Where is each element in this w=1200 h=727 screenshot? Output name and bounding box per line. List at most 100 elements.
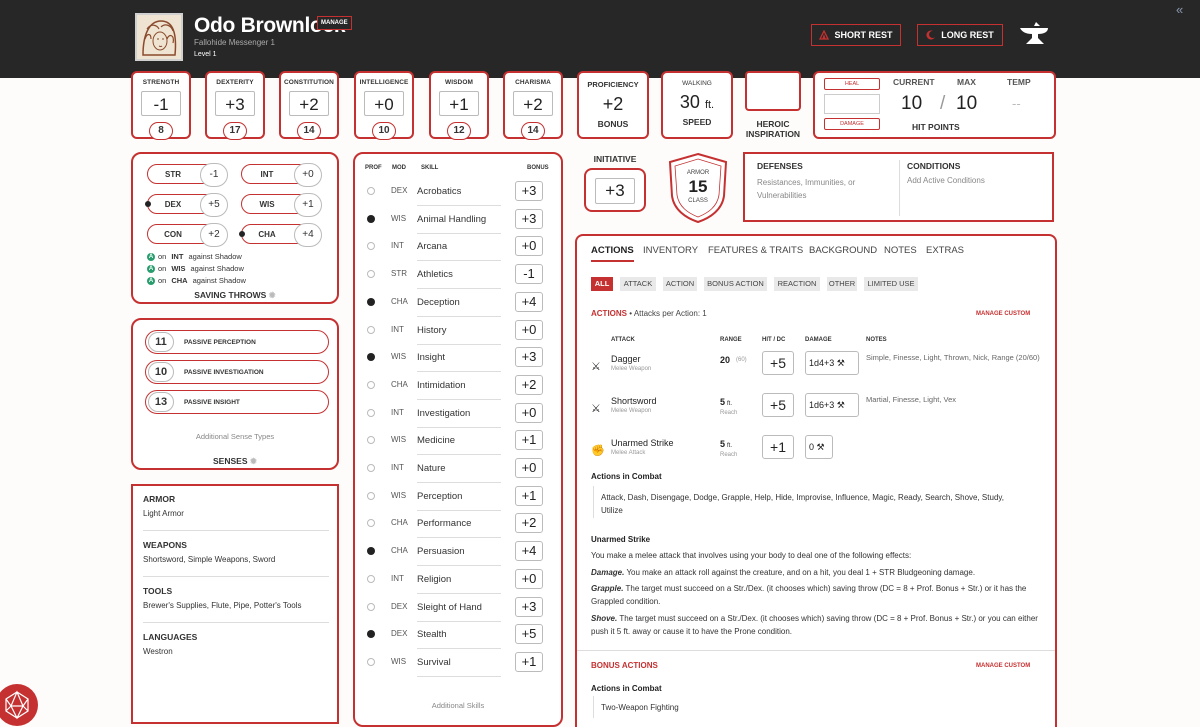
attack-row[interactable]: ✊ Unarmed Strike Melee Attack 5 ft. Reach +1 0 … <box>577 433 1055 471</box>
conditions-title[interactable]: CONDITIONS <box>907 161 960 171</box>
skill-row[interactable]: INT Religion +0 <box>355 566 565 594</box>
skill-row[interactable]: WIS Survival +1 <box>355 649 565 677</box>
filter-other[interactable]: OTHER <box>827 277 857 291</box>
two-weapon-fighting[interactable]: Two-Weapon Fighting <box>601 701 679 714</box>
save-cha[interactable]: CHA +4 <box>241 223 322 247</box>
proficiency-dot[interactable] <box>367 657 375 666</box>
collapse-sidebar-icon[interactable]: « <box>1176 2 1183 17</box>
tab-notes[interactable]: NOTES <box>884 245 917 256</box>
hp-current-value[interactable]: 10 <box>901 93 922 115</box>
attack-row[interactable]: ⚔ Shortsword Melee Weapon 5 ft. Reach +5 1d6+3 … <box>577 391 1055 429</box>
skill-row[interactable]: CHA Deception +4 <box>355 289 565 317</box>
unarmed-strike-title: Unarmed Strike <box>591 535 651 544</box>
additional-sense-types[interactable]: Additional Sense Types <box>133 432 337 441</box>
character-avatar[interactable] <box>135 13 183 61</box>
damage-button[interactable]: DAMAGE <box>824 118 880 130</box>
proficiencies-panel: ARMOR Light Armor WEAPONS Shortsword, Simpl… <box>131 484 339 724</box>
proficiency-dot[interactable] <box>367 574 375 583</box>
save-dex[interactable]: DEX +5 <box>147 193 228 217</box>
skill-row[interactable]: CHA Performance +2 <box>355 510 565 539</box>
save-wis[interactable]: WIS +1 <box>241 193 322 217</box>
skill-row[interactable]: INT Arcana +0 <box>355 233 565 262</box>
attack-hit-bonus[interactable]: +5 <box>762 393 794 417</box>
save-str[interactable]: STR -1 <box>147 163 228 187</box>
skill-row[interactable]: DEX Sleight of Hand +3 <box>355 594 565 622</box>
attack-damage[interactable]: 1d6+3 ⚒ <box>805 393 859 417</box>
ability-strength[interactable]: STRENGTH -1 8 <box>131 71 191 140</box>
save-con[interactable]: CON +2 <box>147 223 228 247</box>
skill-row[interactable]: INT Investigation +0 <box>355 400 565 428</box>
skill-row[interactable]: WIS Insight +3 <box>355 344 565 373</box>
proficiency-dot[interactable] <box>367 380 375 389</box>
filter-action[interactable]: ACTION <box>663 277 697 291</box>
proficiency-dot[interactable] <box>367 602 375 611</box>
tab-actions[interactable]: ACTIONS <box>591 245 634 262</box>
proficiency-dot[interactable] <box>367 491 375 500</box>
manage-character-button[interactable]: MANAGE <box>317 16 352 30</box>
anvil-icon[interactable] <box>1018 20 1052 48</box>
manage-custom-bonus[interactable]: MANAGE CUSTOM <box>976 663 1030 669</box>
hp-amount-input[interactable] <box>824 94 880 114</box>
long-rest-button[interactable]: LONG REST <box>917 24 1003 46</box>
attack-damage[interactable]: 0 ⚒ <box>805 435 833 459</box>
skill-row[interactable]: CHA Persuasion +4 <box>355 538 565 567</box>
ability-wisdom[interactable]: WISDOM +1 12 <box>429 71 489 140</box>
proficiency-dot[interactable] <box>367 187 375 195</box>
defenses-title[interactable]: DEFENSES <box>757 161 803 171</box>
filter-limited-use[interactable]: LIMITED USE <box>864 277 918 291</box>
short-rest-button[interactable]: SHORT REST <box>811 24 901 46</box>
skill-row[interactable]: INT History +0 <box>355 317 565 345</box>
filter-bonus-action[interactable]: BONUS ACTION <box>704 277 767 291</box>
dice-roller-button[interactable] <box>0 684 38 726</box>
skill-row[interactable]: WIS Animal Handling +3 <box>355 206 565 234</box>
range-sub: (60) <box>736 357 747 363</box>
tab-background[interactable]: BACKGROUND <box>809 245 877 256</box>
skill-row[interactable]: STR Athletics -1 <box>355 261 565 290</box>
inspiration-label-line2: INSPIRATION <box>745 129 801 139</box>
advantage-stat: CHA <box>171 276 188 285</box>
skill-row[interactable]: INT Nature +0 <box>355 455 565 483</box>
ability-charisma[interactable]: CHARISMA +2 14 <box>503 71 563 140</box>
proficiency-dot[interactable] <box>367 547 375 556</box>
proficiency-dot[interactable] <box>367 519 375 528</box>
skill-row[interactable]: WIS Medicine +1 <box>355 427 565 456</box>
skill-row[interactable]: DEX Acrobatics +3 <box>355 178 565 206</box>
ability-intelligence[interactable]: INTELLIGENCE +0 10 <box>354 71 414 140</box>
ability-constitution[interactable]: CONSTITUTION +2 14 <box>279 71 339 140</box>
proficiency-dot[interactable] <box>367 242 375 251</box>
skill-row[interactable]: WIS Perception +1 <box>355 483 565 511</box>
skill-row[interactable]: DEX Stealth +5 <box>355 621 565 650</box>
filter-attack[interactable]: ATTACK <box>620 277 656 291</box>
proficiency-dot[interactable] <box>367 408 375 417</box>
ability-dexterity[interactable]: DEXTERITY +3 17 <box>205 71 265 140</box>
skill-row[interactable]: CHA Intimidation +2 <box>355 372 565 400</box>
proficiency-dot[interactable] <box>367 436 375 445</box>
attack-hit-bonus[interactable]: +5 <box>762 351 794 375</box>
proficiency-dot[interactable] <box>367 325 375 334</box>
hp-temp-value[interactable]: -- <box>1012 96 1021 111</box>
heroic-inspiration-toggle[interactable] <box>745 71 801 111</box>
attack-damage[interactable]: 1d4+3 ⚒ <box>805 351 859 375</box>
save-abbr: CON <box>164 230 182 239</box>
manage-custom-actions[interactable]: MANAGE CUSTOM <box>976 311 1030 317</box>
initiative-box[interactable]: +3 <box>584 168 646 212</box>
tab-extras[interactable]: EXTRAS <box>926 245 964 256</box>
filter-all[interactable]: ALL <box>591 277 613 291</box>
proficiency-dot[interactable] <box>367 353 375 362</box>
attack-row[interactable]: ⚔ Dagger Melee Weapon 20 (60) +5 1d4+3 ⚒ Simple… <box>577 349 1055 387</box>
additional-skills[interactable]: Additional Skills <box>355 701 561 710</box>
heal-button[interactable]: HEAL <box>824 78 880 90</box>
hp-current-label: CURRENT <box>893 77 935 87</box>
tab-features-traits[interactable]: FEATURES & TRAITS <box>708 245 803 256</box>
proficiency-dot[interactable] <box>367 464 375 472</box>
tab-inventory[interactable]: INVENTORY <box>643 245 698 256</box>
proficiency-dot[interactable] <box>367 214 375 223</box>
save-int[interactable]: INT +0 <box>241 163 322 187</box>
settings-gear-icon[interactable]: ✹ <box>269 290 276 300</box>
attack-hit-bonus[interactable]: +1 <box>762 435 794 459</box>
proficiency-dot[interactable] <box>367 297 375 306</box>
senses-gear-icon[interactable]: ✹ <box>250 456 257 466</box>
proficiency-dot[interactable] <box>367 630 375 639</box>
proficiency-dot[interactable] <box>367 270 375 279</box>
filter-reaction[interactable]: REACTION <box>774 277 820 291</box>
